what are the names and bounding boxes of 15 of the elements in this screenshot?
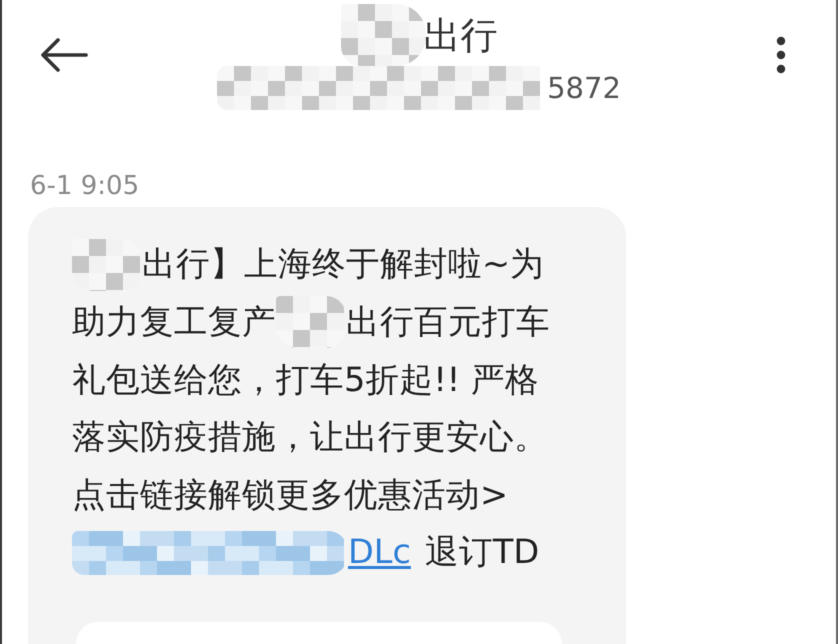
message-link[interactable]: DLc (348, 534, 411, 572)
message-timestamp: 6-1 9:05 (30, 170, 140, 202)
message-text: 出行百元打车 (346, 304, 550, 341)
contact-title: 出行 (424, 16, 498, 54)
more-menu-icon[interactable] (776, 36, 786, 74)
phone-number: 5872 (547, 74, 621, 102)
message-text: 出行】上海终于解封啦~为 (142, 246, 544, 284)
message-text: 点击链接解锁更多优惠活动> (72, 476, 508, 514)
message-text: 礼包送给您，打车5折起!! 严格 (72, 362, 539, 398)
message-text: 落实防疫措施，让出行更安心。 (72, 419, 548, 456)
message-text: 助力复工复产 (72, 304, 276, 341)
pixelated-patch (276, 296, 346, 348)
pixelated-patch (72, 238, 142, 291)
message-text: 退订TD (424, 534, 540, 572)
back-arrow-icon[interactable] (40, 38, 88, 72)
